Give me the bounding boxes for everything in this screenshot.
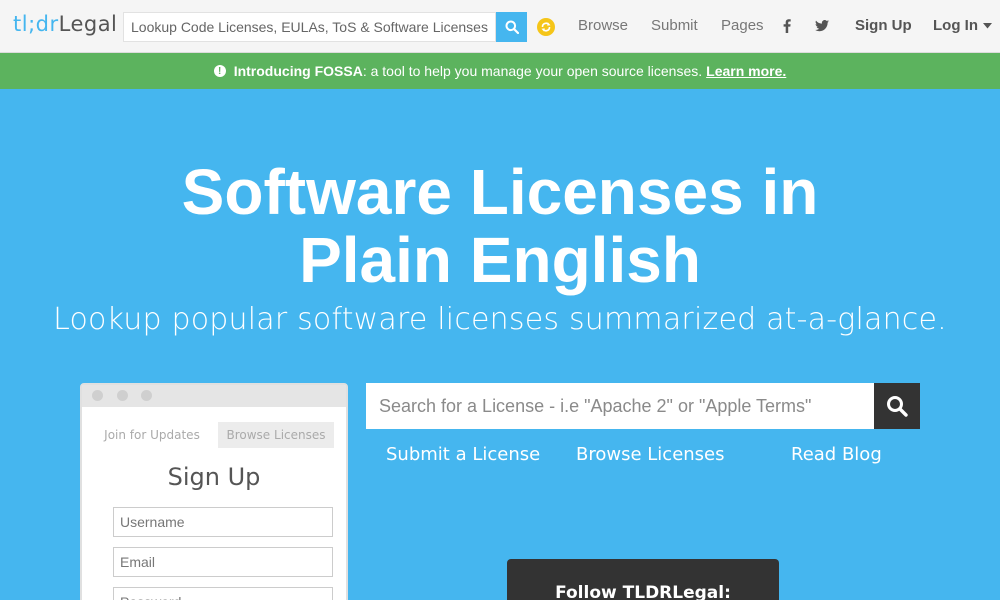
- banner-product: Introducing FOSSA: [233, 63, 363, 79]
- submit-license-link[interactable]: Submit a License: [386, 444, 540, 465]
- log-in-label: Log In: [933, 17, 978, 34]
- logo-part-tldr: tl;dr: [13, 12, 59, 36]
- window-dot-icon: [141, 390, 152, 401]
- log-in-dropdown[interactable]: Log In: [933, 17, 993, 34]
- nav-search-input[interactable]: [123, 12, 496, 42]
- logo[interactable]: tl;drLegal: [13, 12, 117, 36]
- window-dot-icon: [117, 390, 128, 401]
- caret-down-icon: [983, 23, 993, 29]
- nav-browse-link[interactable]: Browse: [578, 17, 628, 34]
- nav-submit-link[interactable]: Submit: [651, 17, 698, 34]
- hero-title: Software Licenses in Plain English: [181, 156, 819, 296]
- window-dot-icon: [92, 390, 103, 401]
- password-field[interactable]: [113, 587, 333, 600]
- search-icon: [505, 20, 519, 34]
- signup-card: Join for Updates Browse Licenses Sign Up: [80, 383, 348, 600]
- tab-browse-licenses[interactable]: Browse Licenses: [218, 422, 334, 448]
- license-search-button[interactable]: [874, 383, 920, 429]
- logo-part-legal: Legal: [58, 12, 118, 36]
- announcement-banner: ! Introducing FOSSA: a tool to help you …: [0, 53, 1000, 89]
- email-field[interactable]: [113, 547, 333, 577]
- info-icon: !: [213, 65, 226, 77]
- nav-pages-link[interactable]: Pages: [721, 17, 764, 34]
- search-icon: [887, 396, 908, 417]
- card-tabs: Join for Updates Browse Licenses: [82, 422, 346, 450]
- tab-join-updates[interactable]: Join for Updates: [92, 422, 212, 448]
- follow-title: Follow TLDRLegal:: [555, 583, 731, 600]
- sign-up-link[interactable]: Sign Up: [855, 17, 912, 34]
- facebook-icon[interactable]: [779, 17, 795, 35]
- top-navbar: tl;drLegal Browse Submit Pages Sign Up L…: [0, 0, 1000, 53]
- read-blog-link[interactable]: Read Blog: [791, 444, 882, 465]
- banner-text: : a tool to help you manage your open so…: [362, 63, 703, 79]
- twitter-icon[interactable]: [814, 17, 830, 35]
- license-search-input[interactable]: [366, 383, 874, 429]
- learn-more-link[interactable]: Learn more.: [706, 63, 786, 79]
- hero-subtitle: Lookup popular software licenses summari…: [53, 302, 947, 337]
- signup-title: Sign Up: [167, 463, 261, 491]
- browse-licenses-link[interactable]: Browse Licenses: [576, 444, 725, 465]
- nav-search-button[interactable]: [496, 12, 527, 42]
- window-bar: [82, 385, 346, 407]
- follow-box: Follow TLDRLegal:: [507, 559, 779, 600]
- sync-icon[interactable]: [537, 18, 555, 36]
- username-field[interactable]: [113, 507, 333, 537]
